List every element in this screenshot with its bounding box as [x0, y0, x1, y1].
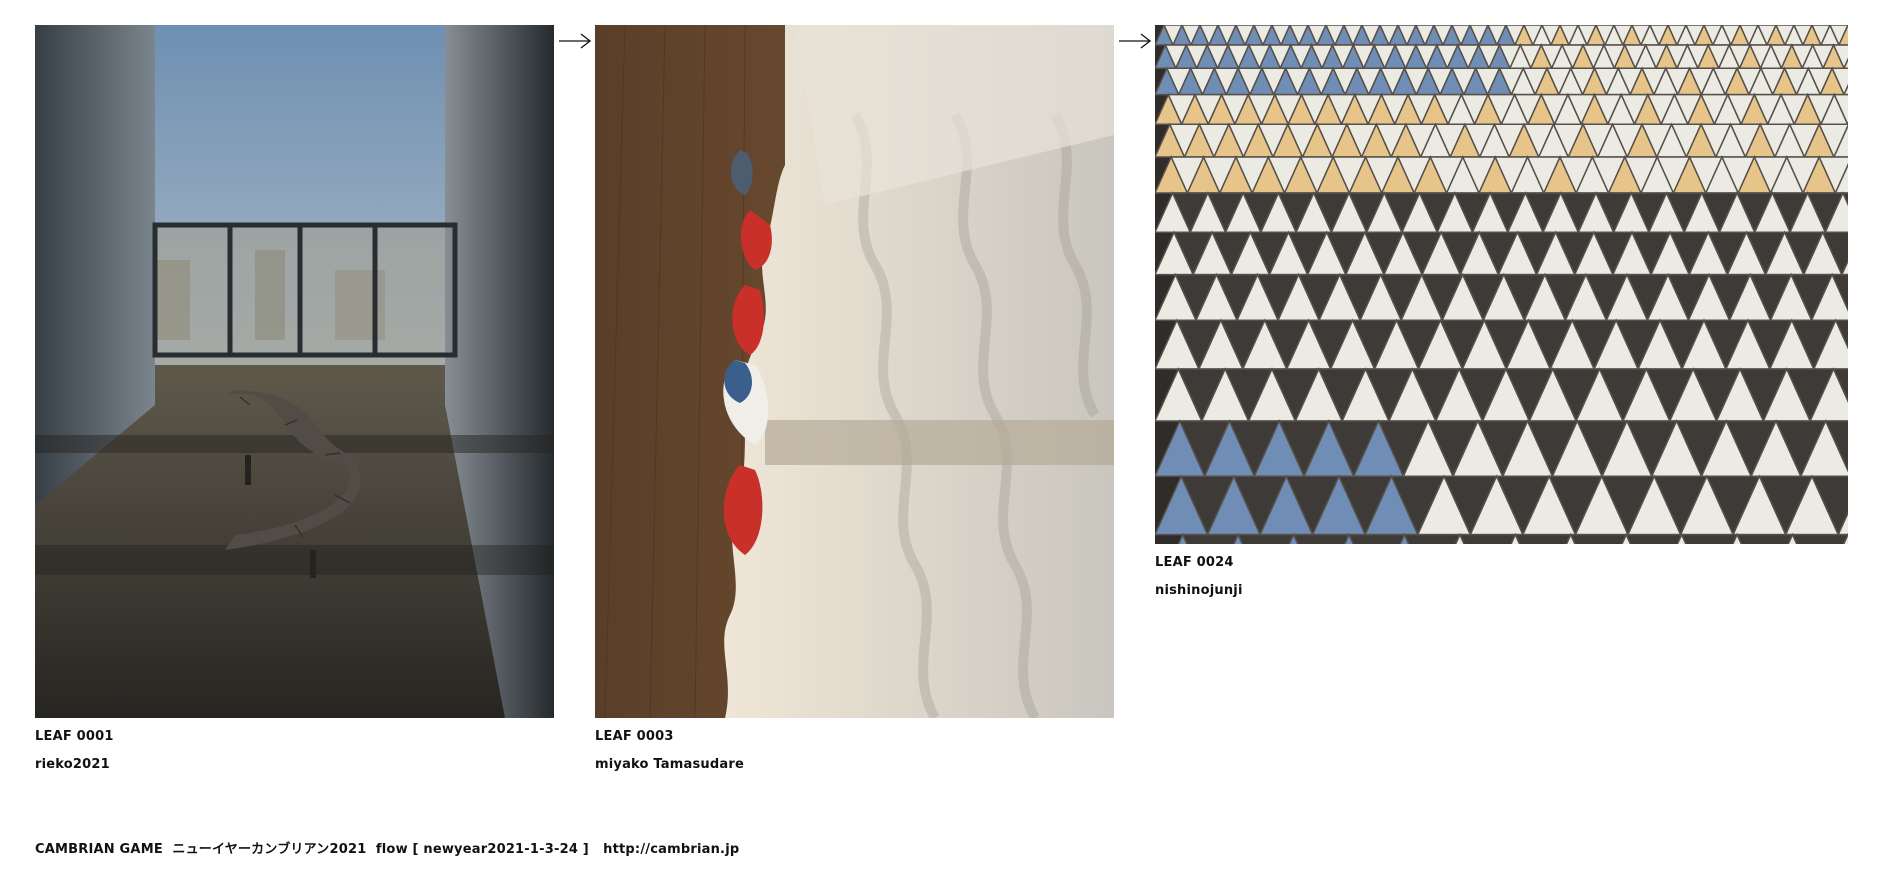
leaf-0003-photo[interactable]	[595, 25, 1114, 718]
triangle-tiles-image	[1155, 25, 1848, 544]
tile-shape	[1791, 533, 1848, 544]
tile-shape	[1181, 533, 1240, 544]
footer-flow-label: flow [ newyear2021-1-3-24 ]	[375, 842, 589, 857]
tile-shape	[1292, 533, 1351, 544]
footer-site-link[interactable]: http://cambrian.jp	[603, 842, 739, 857]
tile-shape	[1514, 533, 1572, 544]
footer-event-name: ニューイヤーカンブリアン2021	[172, 842, 367, 857]
leaf-title: LEAF 0001	[35, 729, 114, 744]
balcony-bench-image	[35, 25, 554, 718]
flow-arrow-icon	[559, 33, 592, 49]
tile-shape	[1569, 533, 1628, 544]
leaf-0024-photo[interactable]	[1155, 25, 1848, 544]
leaf-author[interactable]: rieko2021	[35, 757, 110, 773]
leaf-title: LEAF 0024	[1155, 555, 1234, 570]
leaf-author[interactable]: miyako Tamasudare	[595, 757, 744, 773]
tile-shape	[1680, 533, 1739, 544]
tile-shape	[1403, 533, 1462, 544]
tile-shape	[1735, 533, 1794, 544]
tile-shape	[1458, 533, 1517, 544]
gloves-curtain-image	[595, 25, 1114, 718]
leaf-0001-photo[interactable]	[35, 25, 554, 718]
tile-shape	[1625, 533, 1683, 544]
flow-arrow-icon	[1119, 33, 1152, 49]
footer-site-name: CAMBRIAN GAME	[35, 842, 163, 857]
leaf-author[interactable]: nishinojunji	[1155, 583, 1243, 599]
tile-shape	[1237, 533, 1295, 544]
site-footer: CAMBRIAN GAME ニューイヤーカンブリアン2021 flow [ ne…	[35, 838, 739, 857]
tile-shape	[1347, 533, 1406, 544]
leaf-title: LEAF 0003	[595, 729, 674, 744]
